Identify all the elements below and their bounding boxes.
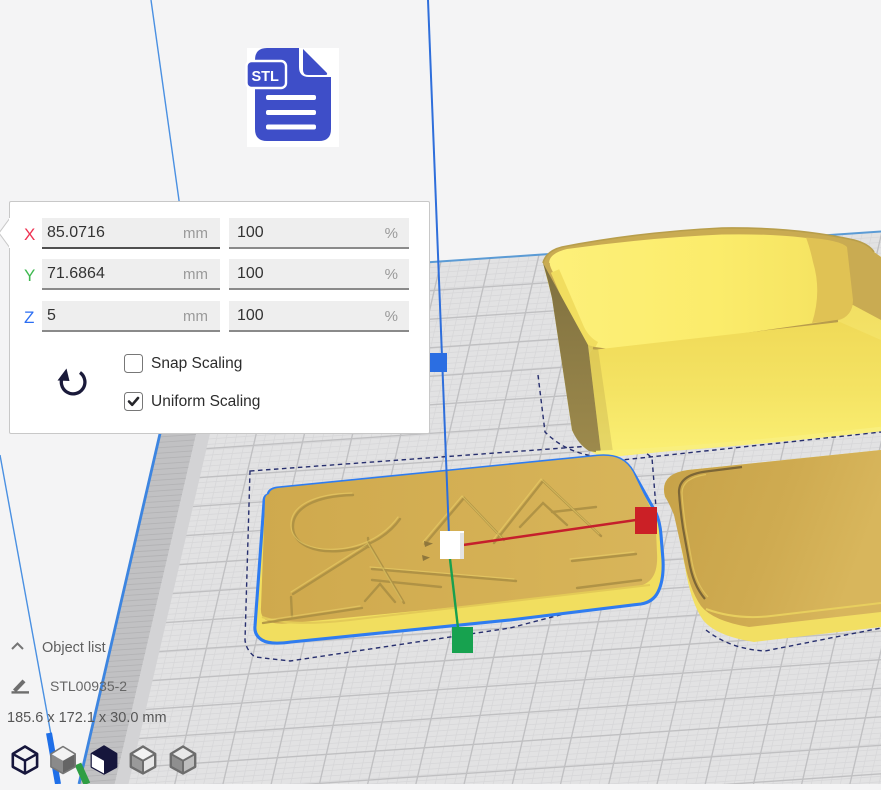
svg-text:STL: STL [252, 69, 280, 85]
